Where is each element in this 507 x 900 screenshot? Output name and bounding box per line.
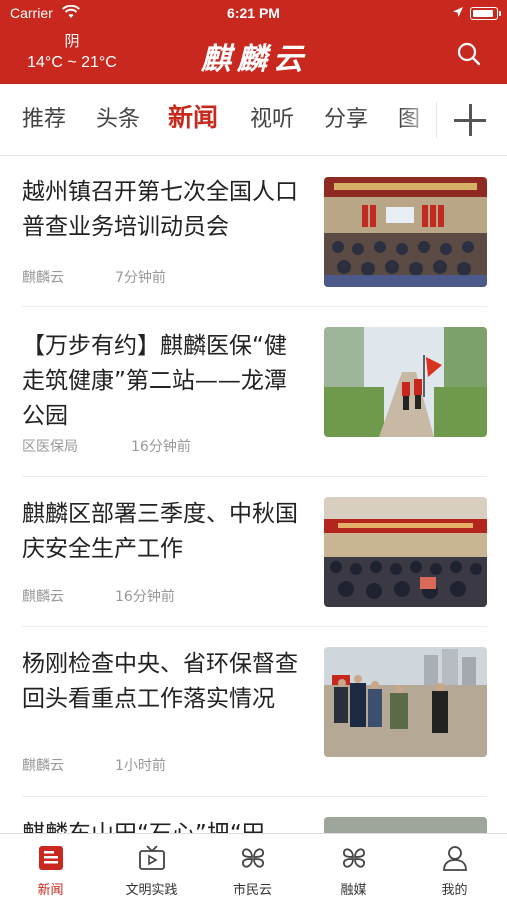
clover-icon <box>242 848 264 868</box>
news-source: 区医保局 <box>22 439 78 455</box>
user-icon <box>443 846 467 871</box>
tab-audio-video[interactable]: 视听 <box>250 105 294 135</box>
news-source: 麒麟云 <box>22 589 64 605</box>
tv-icon <box>139 845 165 870</box>
app-logo: 麒麟云 <box>201 42 309 77</box>
weather-temperature: 14°C ~ 21°C <box>27 54 117 71</box>
add-channel-icon[interactable] <box>454 104 486 136</box>
tabbar-label: 融媒 <box>340 883 367 898</box>
status-bar: Carrier 6:21 PM <box>0 0 507 26</box>
news-thumbnail <box>324 177 487 287</box>
news-source: 麒麟云 <box>22 270 64 286</box>
news-item[interactable]: 麒麟区部署三季度、中秋国庆安全生产工作 麒麟云 16分钟前 <box>0 477 507 627</box>
tabbar-label: 文明实践 <box>125 883 178 898</box>
news-thumbnail <box>324 497 487 607</box>
tab-headlines[interactable]: 头条 <box>96 105 140 135</box>
search-icon[interactable] <box>455 40 483 68</box>
channel-tabs: 推荐 头条 新闻 视听 分享 图 <box>0 84 507 156</box>
news-thumbnail <box>324 327 487 437</box>
clover-icon <box>343 848 365 868</box>
tabbar-news[interactable]: 新闻 <box>0 834 101 900</box>
tabbar-label: 我的 <box>441 883 468 898</box>
news-time: 1小时前 <box>115 758 166 774</box>
news-title: 麒麟东山田“石心”把“田 <box>22 817 304 833</box>
tabbar-label: 新闻 <box>37 883 64 898</box>
tabbar-citizen-cloud[interactable]: 市民云 <box>202 834 303 900</box>
app-header: Carrier 6:21 PM 阴 14°C ~ 21°C 麒麟云 <box>0 0 507 84</box>
news-feed: 越州镇召开第七次全国人口普查业务培训动员会 麒麟云 7分钟前 【万步有约】麒麟医… <box>0 157 507 833</box>
news-title: 越州镇召开第七次全国人口普查业务培训动员会 <box>22 179 298 240</box>
tabbar-civilization[interactable]: 文明实践 <box>101 834 202 900</box>
tabs-divider <box>436 102 437 138</box>
location-arrow-icon <box>453 7 463 17</box>
news-item[interactable]: 麒麟东山田“石心”把“田 <box>0 797 507 833</box>
tabbar-media[interactable]: 融媒 <box>303 834 404 900</box>
status-time: 6:21 PM <box>227 5 280 21</box>
news-time: 16分钟前 <box>115 589 175 605</box>
news-title: 麒麟区部署三季度、中秋国庆安全生产工作 <box>22 501 298 562</box>
news-source: 麒麟云 <box>22 758 64 774</box>
tabs-fade <box>400 84 436 154</box>
news-time: 16分钟前 <box>131 439 191 455</box>
news-item[interactable]: 【万步有约】麒麟医保“健走筑健康”第二站——龙潭公园 区医保局 16分钟前 <box>0 307 507 477</box>
news-thumbnail <box>324 647 487 757</box>
news-item[interactable]: 越州镇召开第七次全国人口普查业务培训动员会 麒麟云 7分钟前 <box>0 157 507 307</box>
tab-share[interactable]: 分享 <box>324 105 368 135</box>
battery-icon <box>470 7 501 20</box>
news-title: 杨刚检查中央、省环保督查回头看重点工作落实情况 <box>22 651 298 712</box>
weather-widget[interactable]: 阴 14°C ~ 21°C <box>14 32 130 74</box>
news-time: 7分钟前 <box>115 270 166 286</box>
tab-news[interactable]: 新闻 <box>168 103 218 133</box>
tabbar-mine[interactable]: 我的 <box>404 834 505 900</box>
news-thumbnail <box>324 817 487 833</box>
bottom-tab-bar: 新闻 文明实践 市民云 融媒 我的 <box>0 833 507 900</box>
weather-condition: 阴 <box>64 33 80 50</box>
news-item[interactable]: 杨刚检查中央、省环保督查回头看重点工作落实情况 麒麟云 1小时前 <box>0 627 507 797</box>
tab-recommend[interactable]: 推荐 <box>22 105 66 135</box>
tabbar-label: 市民云 <box>232 883 272 898</box>
news-title: 【万步有约】麒麟医保“健走筑健康”第二站——龙潭公园 <box>22 333 287 429</box>
news-icon <box>39 846 63 870</box>
